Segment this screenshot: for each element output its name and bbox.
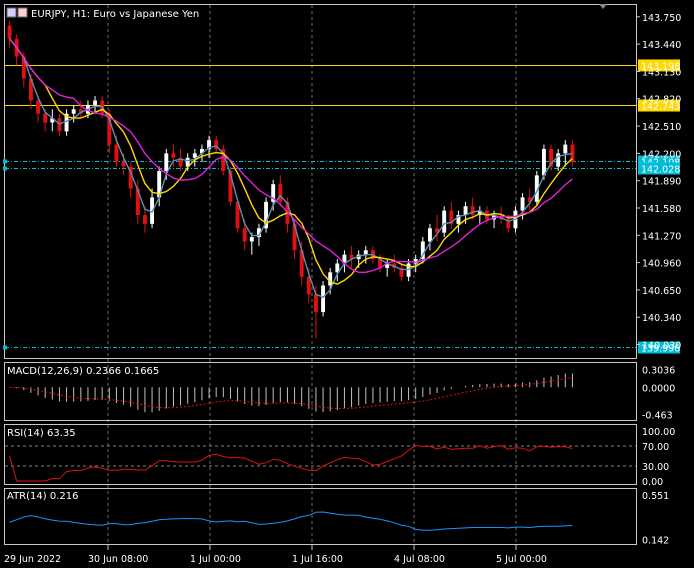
candle-body — [427, 228, 432, 242]
candle-body — [171, 153, 176, 158]
candle-body — [563, 144, 568, 154]
rsi-axis-label: 70.00 — [642, 442, 669, 453]
time-label: 4 Jul 08:00 — [394, 554, 445, 565]
price-label: 143.130 — [642, 67, 681, 78]
candle-body — [313, 294, 318, 312]
price-label: 141.890 — [642, 177, 681, 188]
price-label: 140.960 — [642, 259, 681, 270]
price-label: 141.580 — [642, 204, 681, 215]
candle-body — [43, 113, 48, 123]
rsi-axis-label: 100.00 — [642, 427, 675, 438]
candle-body — [541, 148, 546, 176]
candle-body — [520, 197, 525, 211]
candle-body — [328, 272, 333, 286]
atr-label: ATR(14) 0.216 — [7, 491, 78, 502]
trading-chart[interactable]: 143.198142.743142.108142.028139.996 29 J… — [0, 0, 694, 568]
candle-body — [121, 162, 126, 167]
level-marker — [3, 345, 7, 350]
price-label: 142.200 — [642, 149, 681, 160]
candle-body — [36, 100, 41, 114]
price-label: 140.650 — [642, 286, 681, 297]
candle-body — [164, 153, 169, 171]
candle-body — [442, 210, 447, 233]
rsi-axis-label: 30.00 — [642, 462, 669, 473]
price-label: 140.030 — [642, 341, 681, 352]
price-label: 143.440 — [642, 40, 681, 51]
time-label: 29 Jun 2022 — [4, 554, 61, 565]
level-marker — [3, 166, 7, 171]
candle-body — [93, 100, 98, 105]
candle-body — [192, 153, 197, 158]
candle-body — [278, 184, 283, 202]
macd-axis-label: 0.0000 — [642, 383, 675, 394]
candle-body — [242, 228, 247, 242]
candle-body — [71, 109, 76, 114]
candle-body — [7, 25, 12, 39]
level-marker — [3, 159, 7, 164]
price-label: 142.820 — [642, 95, 681, 106]
time-label: 1 Jul 16:00 — [292, 554, 343, 565]
price-label: 141.270 — [642, 231, 681, 242]
candle-body — [249, 237, 254, 242]
candle-body — [470, 206, 475, 216]
time-label: 30 Jun 08:00 — [88, 554, 148, 565]
macd-axis-label: 0.3036 — [642, 365, 675, 376]
atr-axis-label: 0.551 — [642, 491, 669, 502]
candle-body — [321, 285, 326, 312]
price-level-label: 142.028 — [641, 165, 680, 176]
chart-title: EURJPY, H1: Euro vs Japanese Yen — [31, 9, 199, 20]
price-label: 143.750 — [642, 13, 681, 24]
macd-label: MACD(12,26,9) 0.2366 0.1665 — [7, 366, 159, 377]
time-label: 1 Jul 00:00 — [190, 554, 241, 565]
price-label: 140.340 — [642, 313, 681, 324]
candle-body — [142, 215, 147, 224]
candle-body — [114, 144, 119, 163]
atr-axis-label: 0.142 — [642, 536, 669, 547]
price-label: 142.510 — [642, 122, 681, 133]
time-label: 5 Jul 00:00 — [496, 554, 547, 565]
rsi-label: RSI(14) 63.35 — [7, 428, 76, 439]
macd-axis-label: -0.463 — [642, 411, 673, 422]
rsi-axis-label: 0.00 — [642, 477, 663, 488]
